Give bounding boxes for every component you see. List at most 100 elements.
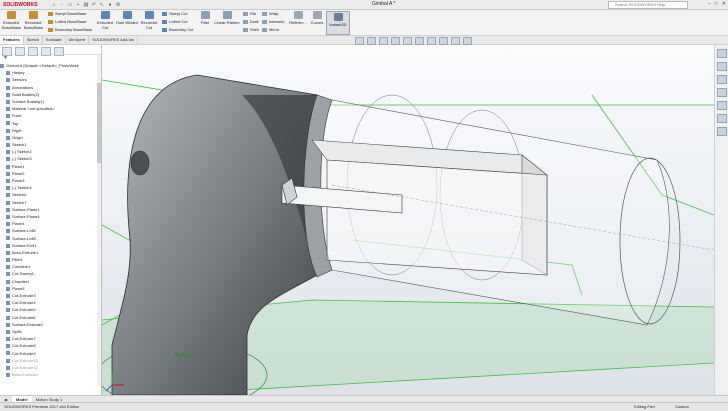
design-library-icon[interactable]: [717, 62, 727, 71]
select-icon[interactable]: ↖: [99, 2, 105, 8]
rib-button[interactable]: Rib: [243, 10, 256, 17]
section-view-icon[interactable]: [391, 37, 400, 45]
curves-button[interactable]: Curves: [309, 11, 325, 25]
tree-item[interactable]: Front: [0, 112, 101, 119]
tree-item[interactable]: Annotations: [0, 84, 101, 91]
swept-boss-button[interactable]: Swept Boss/Base: [48, 10, 86, 17]
tree-item[interactable]: Boss-Extrude1: [0, 249, 101, 256]
graphics-area[interactable]: Plane2: [102, 45, 714, 395]
reference-geometry-button[interactable]: Referen...: [288, 11, 308, 25]
tree-item[interactable]: Plane3: [0, 177, 101, 184]
tree-item[interactable]: Surface-Loft1: [0, 227, 101, 234]
search-input[interactable]: Search SOLIDWORKS Help: [608, 1, 688, 9]
view-settings-icon[interactable]: [463, 37, 472, 45]
tree-item[interactable]: Cut-Extrude3: [0, 292, 101, 299]
tree-item[interactable]: Cut-Extrude6: [0, 314, 101, 321]
extruded-boss-button[interactable]: Extruded Boss/Base: [2, 11, 21, 30]
fillet-button[interactable]: Fillet: [198, 11, 212, 25]
tree-item[interactable]: Plane2: [0, 170, 101, 177]
appearance-icon[interactable]: [439, 37, 448, 45]
tree-item[interactable]: Plane4: [0, 220, 101, 227]
close-icon[interactable]: ✕: [722, 0, 726, 9]
tree-item[interactable]: Surface-Loft2: [0, 235, 101, 242]
display-manager-icon[interactable]: [54, 47, 64, 56]
view-orientation-icon[interactable]: [403, 37, 412, 45]
revolved-boss-button[interactable]: Revolved Boss/Base: [24, 11, 43, 30]
scrollbar-thumb[interactable]: [97, 83, 101, 163]
property-manager-icon[interactable]: [15, 47, 25, 56]
restore-icon[interactable]: □: [715, 0, 718, 9]
tree-item[interactable]: Sketch6: [0, 191, 101, 198]
tree-item[interactable]: Top: [0, 120, 101, 127]
tree-item[interactable]: Surface-Knit1: [0, 242, 101, 249]
open-icon[interactable]: ▭: [67, 2, 73, 8]
instant3d-button[interactable]: Instant3D: [326, 11, 350, 35]
tree-item[interactable]: Origin: [0, 134, 101, 141]
tree-item[interactable]: Cut-Extrude4: [0, 299, 101, 306]
wrap-button[interactable]: Wrap: [262, 10, 278, 17]
plane2-label[interactable]: Plane2: [174, 353, 193, 359]
tree-item[interactable]: Cut-Extrude11: [0, 364, 101, 371]
tree-item[interactable]: Combine1: [0, 263, 101, 270]
appearances-icon[interactable]: [717, 101, 727, 110]
print-icon[interactable]: ▤: [83, 2, 89, 8]
save-icon[interactable]: ▪: [75, 2, 81, 8]
dimxpert-icon[interactable]: [41, 47, 51, 56]
draft-button[interactable]: Draft: [243, 18, 259, 25]
tree-item[interactable]: Sketch7: [0, 199, 101, 206]
feature-tree-scrollbar[interactable]: [97, 55, 101, 385]
previous-view-icon[interactable]: [379, 37, 388, 45]
display-style-icon[interactable]: [415, 37, 424, 45]
boundary-boss-button[interactable]: Boundary Boss/Base: [48, 26, 92, 33]
tree-item[interactable]: Sensors: [0, 76, 101, 83]
tree-item[interactable]: Surface Bodies(1): [0, 98, 101, 105]
configuration-icon[interactable]: [28, 47, 38, 56]
filter-icon[interactable]: ▼: [0, 55, 101, 62]
tree-item[interactable]: Surface-Extrude1: [0, 321, 101, 328]
tree-item[interactable]: (-) Sketch4: [0, 184, 101, 191]
tree-item[interactable]: Boss-Extrude2: [0, 371, 101, 378]
scene-icon[interactable]: [451, 37, 460, 45]
tree-item[interactable]: History: [0, 69, 101, 76]
tab-features[interactable]: Features: [0, 36, 24, 44]
shell-button[interactable]: Shell: [243, 26, 259, 33]
options-icon[interactable]: ⚙: [115, 2, 121, 8]
boundary-cut-button[interactable]: Boundary Cut: [162, 26, 193, 33]
forum-icon[interactable]: [717, 127, 727, 136]
minimize-icon[interactable]: –: [708, 0, 711, 9]
tree-item[interactable]: Cut-Extrude9: [0, 350, 101, 357]
tree-item[interactable]: Sketch1: [0, 141, 101, 148]
tree-item[interactable]: Plane1: [0, 163, 101, 170]
tree-item[interactable]: Surface-Plane4: [0, 213, 101, 220]
lofted-boss-button[interactable]: Lofted Boss/Base: [48, 18, 86, 25]
hide-show-icon[interactable]: [427, 37, 436, 45]
resources-icon[interactable]: [717, 49, 727, 58]
lofted-cut-button[interactable]: Lofted Cut: [162, 18, 187, 25]
zoom-fit-icon[interactable]: [355, 37, 364, 45]
tree-item[interactable]: Cut-Extrude7: [0, 335, 101, 342]
tree-item[interactable]: Fillet1: [0, 256, 101, 263]
tree-item[interactable]: Cut-Extrude5: [0, 306, 101, 313]
file-explorer-icon[interactable]: [717, 75, 727, 84]
view-palette-icon[interactable]: [717, 88, 727, 97]
hole-wizard-button[interactable]: Hole Wizard: [116, 11, 138, 25]
custom-properties-icon[interactable]: [717, 114, 727, 123]
tree-item[interactable]: Cut-Sweep1: [0, 270, 101, 277]
tree-item[interactable]: Cut-Extrude10: [0, 357, 101, 364]
rebuild-icon[interactable]: ●: [107, 2, 113, 8]
tree-item[interactable]: (-) Sketch2: [0, 148, 101, 155]
tree-item[interactable]: Solid Bodies(2): [0, 91, 101, 98]
tree-item[interactable]: Cut-Extrude8: [0, 342, 101, 349]
revolved-cut-button[interactable]: Revolved Cut: [140, 11, 158, 30]
tab-dimxpert[interactable]: DimXpert: [66, 36, 90, 44]
tree-item[interactable]: Chamfer1: [0, 278, 101, 285]
mirror-button[interactable]: Mirror: [262, 26, 279, 33]
linear-pattern-button[interactable]: Linear Pattern: [214, 11, 240, 25]
tree-item[interactable]: Split1: [0, 328, 101, 335]
tree-item[interactable]: Surface-Plane1: [0, 206, 101, 213]
tree-item[interactable]: Right: [0, 127, 101, 134]
new-icon[interactable]: ▫: [59, 2, 65, 8]
tree-item[interactable]: Material <not specified>: [0, 105, 101, 112]
tree-item[interactable]: Plane5: [0, 285, 101, 292]
tab-sketch[interactable]: Sketch: [24, 36, 43, 44]
